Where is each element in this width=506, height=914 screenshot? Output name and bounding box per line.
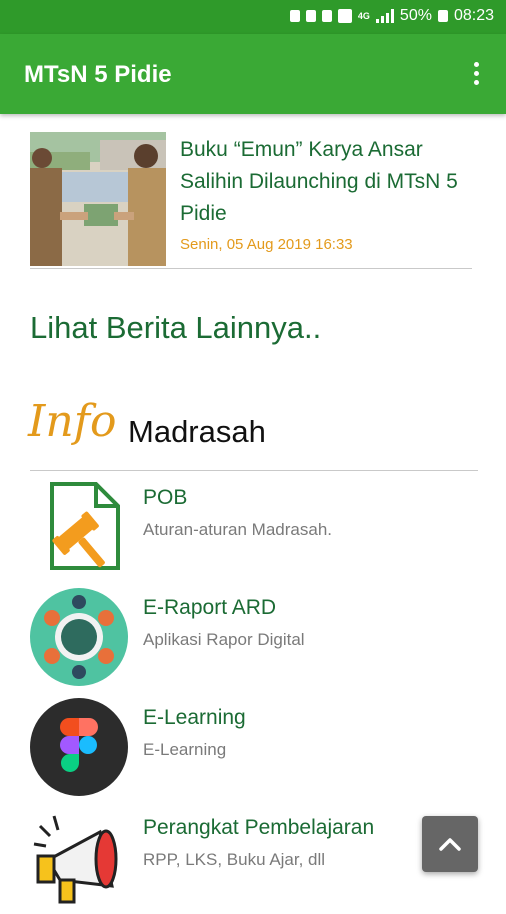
scroll-top-button[interactable] bbox=[422, 816, 478, 872]
news-title[interactable]: Buku “Emun” Karya Ansar Salihin Dilaunch… bbox=[180, 134, 470, 230]
alarm-icon bbox=[305, 10, 316, 22]
list-item-pob[interactable]: POB Aturan-aturan Madrasah. bbox=[30, 478, 490, 584]
section-divider bbox=[30, 470, 478, 471]
news-date: Senin, 05 Aug 2019 16:33 bbox=[180, 236, 353, 253]
list-item-subtitle: RPP, LKS, Buku Ajar, dll bbox=[143, 850, 326, 869]
list-item-title: E-Learning bbox=[143, 706, 246, 729]
list-item-e-raport[interactable]: E-Raport ARD Aplikasi Rapor Digital bbox=[30, 588, 490, 694]
network-type: 4G bbox=[357, 11, 370, 21]
news-card[interactable]: Buku “Emun” Karya Ansar Salihin Dilaunch… bbox=[30, 132, 472, 269]
news-thumbnail bbox=[30, 132, 166, 266]
chevron-up-icon bbox=[439, 838, 461, 851]
status-bar: 4G 50% 08:23 bbox=[0, 0, 506, 34]
meeting-table-icon bbox=[30, 588, 128, 686]
document-gavel-icon bbox=[30, 478, 128, 576]
notification-icon bbox=[321, 10, 332, 22]
list-item-e-learning[interactable]: E-Learning E-Learning bbox=[30, 698, 490, 804]
battery-percent: 50% bbox=[399, 7, 432, 24]
lock-icon bbox=[289, 10, 300, 22]
more-news-link[interactable]: Lihat Berita Lainnya.. bbox=[30, 310, 321, 346]
image-icon bbox=[337, 9, 352, 23]
more-vert-icon[interactable] bbox=[472, 62, 480, 86]
list-item-subtitle: E-Learning bbox=[143, 740, 227, 759]
section-script-label: Info bbox=[28, 396, 117, 447]
app-bar: MTsN 5 Pidie bbox=[0, 34, 506, 114]
clock: 08:23 bbox=[453, 7, 494, 24]
list-item-title: E-Raport ARD bbox=[143, 596, 277, 619]
battery-icon bbox=[437, 10, 448, 22]
signal-icon bbox=[375, 9, 394, 23]
list-item-title: Perangkat Pembelajaran bbox=[143, 816, 375, 839]
list-item-perangkat-pembelajaran[interactable]: Perangkat Pembelajaran RPP, LKS, Buku Aj… bbox=[30, 808, 490, 914]
app-title: MTsN 5 Pidie bbox=[24, 61, 172, 88]
megaphone-icon bbox=[30, 808, 128, 906]
list-item-subtitle: Aturan-aturan Madrasah. bbox=[143, 520, 332, 539]
section-title: Madrasah bbox=[128, 414, 266, 449]
section-header: Info Madrasah bbox=[28, 396, 480, 466]
list-item-title: POB bbox=[143, 486, 188, 509]
list-item-subtitle: Aplikasi Rapor Digital bbox=[143, 630, 305, 649]
figma-logo-icon bbox=[30, 698, 128, 796]
status-indicators: 4G 50% 08:23 bbox=[289, 7, 494, 25]
